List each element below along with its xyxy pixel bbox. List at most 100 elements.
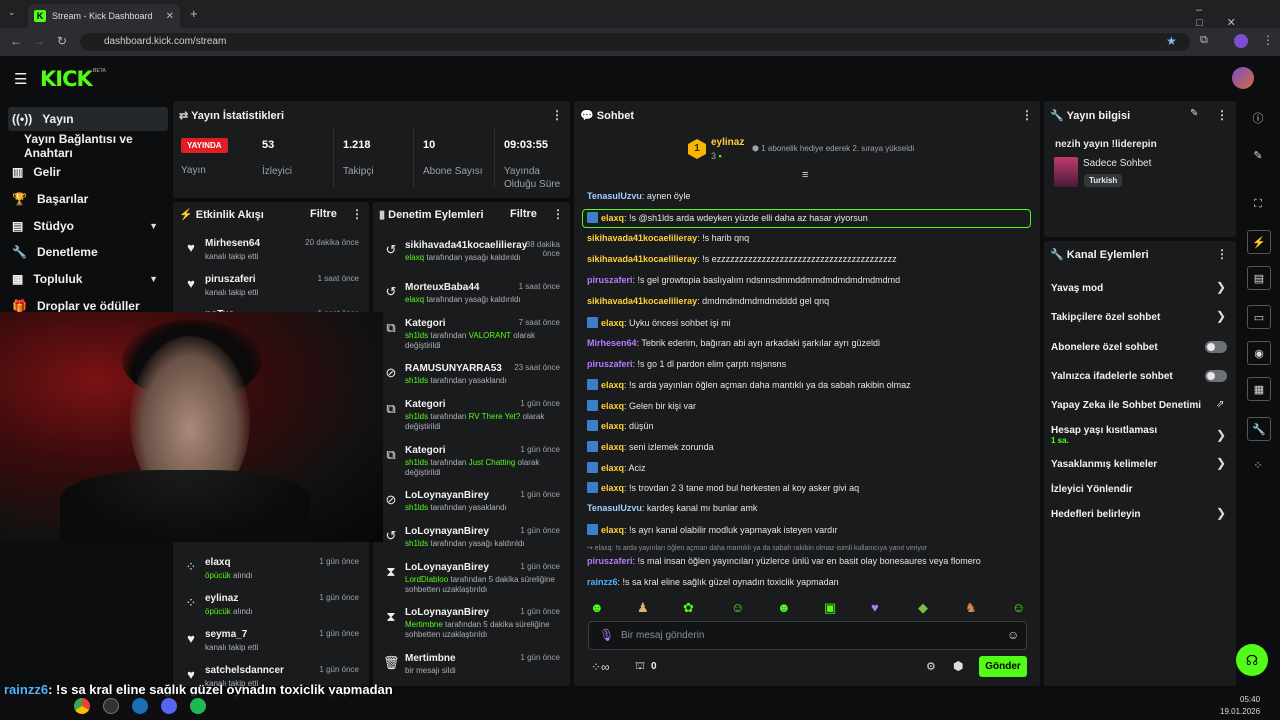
chat-message[interactable]: elaxq: Uyku öncesi sohbet işi mi (587, 317, 731, 328)
activity-filter-button[interactable]: Filtre (310, 208, 337, 220)
tab-search-icon[interactable]: ⌄ (8, 7, 16, 18)
sidebar-item-basarilar[interactable]: 🏆 Başarılar (8, 187, 168, 211)
emote-icon[interactable]: ♞ (965, 600, 977, 616)
activity-menu-icon[interactable]: ⋮ (351, 207, 363, 221)
chat-message[interactable]: elaxq: düşün (587, 420, 654, 431)
subscribers-only-toggle[interactable] (1205, 341, 1227, 353)
chat-message[interactable]: rainzz6: !s sa kral eline sağlık güzel o… (587, 577, 839, 587)
chevron-right-icon[interactable]: ❯ (1216, 280, 1226, 294)
gift-icon[interactable]: ⬢ (953, 659, 963, 673)
broadcast-icon[interactable]: ◉ (1247, 341, 1271, 365)
chat-message[interactable]: elaxq: Gelen bir kişi var (587, 400, 696, 411)
sidebar-item-studyo[interactable]: ▤ Stüdyo ▼ (8, 214, 168, 238)
chat-message[interactable]: elaxq: !s arda yayınları öğlen açman dah… (587, 379, 911, 390)
document-icon[interactable]: ▤ (1247, 266, 1271, 290)
settings-icon[interactable]: ⚙ (926, 660, 936, 673)
chat-message[interactable]: piruszaferi: !s mal insan öğlen yayıncıl… (587, 556, 981, 566)
sidebar-item-gelir[interactable]: ▥ Gelir (8, 160, 168, 184)
emotes-only-toggle[interactable] (1205, 370, 1227, 382)
chat-message[interactable]: TenasulUzvu: aynen öyle (587, 191, 690, 201)
pencil-icon[interactable]: ✎ (1243, 143, 1273, 167)
chat-message[interactable]: sikihavada41kocaelilieray: !s harib qnq (587, 233, 749, 243)
chat-menu-icon[interactable]: ⋮ (1021, 108, 1033, 122)
chat-message[interactable]: elaxq: !s trovdan 2 3 tane mod bul herke… (587, 482, 859, 493)
chat-message[interactable]: piruszaferi: !s go 1 dl pardon elim çarp… (587, 359, 786, 369)
chevron-right-icon[interactable]: ❯ (1216, 456, 1226, 470)
back-icon[interactable]: ← (10, 34, 22, 48)
kick-logo[interactable]: KICK (40, 67, 93, 91)
infinity-icon[interactable]: ⁘∞ (591, 660, 610, 674)
mic-icon[interactable]: 🎙 (599, 628, 614, 642)
emoji-icon[interactable]: ☺ (1007, 628, 1019, 642)
pinned-user[interactable]: eylinaz (711, 137, 744, 148)
profile-icon[interactable] (1234, 34, 1248, 48)
chrome-taskbar-icon[interactable] (74, 698, 90, 714)
emote-icon[interactable]: ☺ (731, 600, 744, 615)
browser-tab[interactable]: K Stream - Kick Dashboard ✕ (28, 4, 180, 28)
banned-words-action[interactable]: Yasaklanmış kelimeler (1051, 459, 1157, 470)
slow-mode-action[interactable]: Yavaş mod (1051, 283, 1103, 294)
discord-taskbar-icon[interactable] (161, 698, 177, 714)
edit-icon[interactable]: ✎ (1190, 108, 1198, 119)
chevron-right-icon[interactable]: ❯ (1216, 506, 1226, 520)
reload-icon[interactable]: ↻ (57, 34, 67, 48)
chat-message[interactable]: elaxq: Aciz (587, 462, 646, 473)
hamburger-icon[interactable]: ☰ (14, 70, 27, 88)
sidebar-item-topluluk[interactable]: ▦ Topluluk ▼ (8, 267, 168, 291)
account-age-action[interactable]: Hesap yaşı kısıtlaması (1051, 425, 1157, 436)
emote-icon[interactable]: ◆ (918, 600, 928, 616)
points-icon[interactable]: ⛫ (635, 660, 645, 674)
address-bar[interactable]: dashboard.kick.com/stream (80, 33, 1190, 51)
stats-menu-icon[interactable]: ⋮ (551, 108, 563, 122)
chat-message[interactable]: elaxq: seni izlemek zorunda (587, 441, 714, 452)
emote-icon[interactable]: ♥ (871, 600, 879, 615)
support-headset-icon[interactable]: ☊ (1236, 644, 1268, 676)
send-button[interactable]: Gönder (979, 656, 1027, 677)
tab-close-icon[interactable]: ✕ (166, 11, 174, 22)
sidebar-item-denetleme[interactable]: 🔧 Denetleme (8, 240, 168, 264)
ai-moderation-action[interactable]: Yapay Zeka ile Sohbet Denetimi (1051, 400, 1201, 411)
forward-icon[interactable]: → (33, 34, 45, 48)
chevron-right-icon[interactable]: ❯ (1216, 428, 1226, 442)
user-avatar[interactable] (1232, 67, 1254, 89)
app-taskbar-icon[interactable] (132, 698, 148, 714)
focus-icon[interactable]: ⛶ (1243, 192, 1273, 216)
moderation-menu-icon[interactable]: ⋮ (552, 207, 564, 221)
chat-message[interactable]: sikihavada41kocaelilieray: dmdmdmdmdmdmd… (587, 296, 829, 306)
collapse-pin-icon[interactable]: ≡ (802, 169, 808, 181)
category-name[interactable]: Sadece Sohbet (1083, 158, 1151, 169)
wrench-icon[interactable]: 🔧 (1247, 417, 1271, 441)
info-icon[interactable]: ⓘ (1243, 106, 1273, 130)
chat-message[interactable]: sikihavada41kocaelilieray: !s ezzzzzzzzz… (587, 254, 897, 264)
chat-message[interactable]: elaxq: !s ayrı kanal olabilir modluk yap… (587, 524, 838, 535)
sidebar-item-yayin[interactable]: ((•)) Yayın (8, 107, 168, 131)
chat-bubble-icon[interactable]: ▭ (1247, 305, 1271, 329)
emote-icon[interactable]: ☺ (1012, 600, 1025, 615)
spotify-taskbar-icon[interactable] (190, 698, 206, 714)
external-link-icon[interactable]: ⇗ (1216, 399, 1224, 410)
layout-icon[interactable]: ▦ (1247, 377, 1271, 401)
obs-taskbar-icon[interactable] (103, 698, 119, 714)
bookmark-star-icon[interactable]: ★ (1166, 34, 1177, 48)
emote-icon[interactable]: ✿ (683, 600, 694, 616)
chevron-right-icon[interactable]: ❯ (1216, 309, 1226, 323)
channel-actions-menu-icon[interactable]: ⋮ (1216, 247, 1228, 261)
emote-icon[interactable]: ▣ (824, 600, 836, 616)
chat-message[interactable]: piruszaferi: !s gel growtopia baslıyalım… (587, 275, 900, 285)
lightning-icon[interactable]: ⚡ (1247, 230, 1271, 254)
extensions-icon[interactable]: ⧉ (1200, 34, 1208, 47)
raid-action[interactable]: İzleyici Yönlendir (1051, 484, 1133, 495)
followers-only-action[interactable]: Takipçilere özel sohbet (1051, 312, 1160, 323)
chat-message[interactable]: TenasulUzvu: kardeş kanal mı bunlar amk (587, 503, 757, 513)
new-tab-icon[interactable]: + (190, 6, 198, 21)
emote-icon[interactable]: ☻ (590, 600, 604, 615)
chat-message[interactable]: Mirhesen64: Tebrik ederim, bağıran abi a… (587, 338, 880, 348)
dots-icon[interactable]: ⁘ (1243, 453, 1273, 477)
stream-info-menu-icon[interactable]: ⋮ (1216, 108, 1228, 122)
sidebar-item-stream-key[interactable]: Yayın Bağlantısı ve Anahtarı (8, 132, 168, 160)
goals-action[interactable]: Hedefleri belirleyin (1051, 509, 1140, 520)
browser-menu-icon[interactable]: ⋮ (1262, 33, 1274, 47)
emote-icon[interactable]: ♟ (637, 600, 649, 616)
chat-message[interactable]: elaxq: !s @sh1lds arda wdeyken yüzde ell… (587, 212, 868, 223)
window-controls[interactable]: –□✕ (1196, 4, 1280, 29)
